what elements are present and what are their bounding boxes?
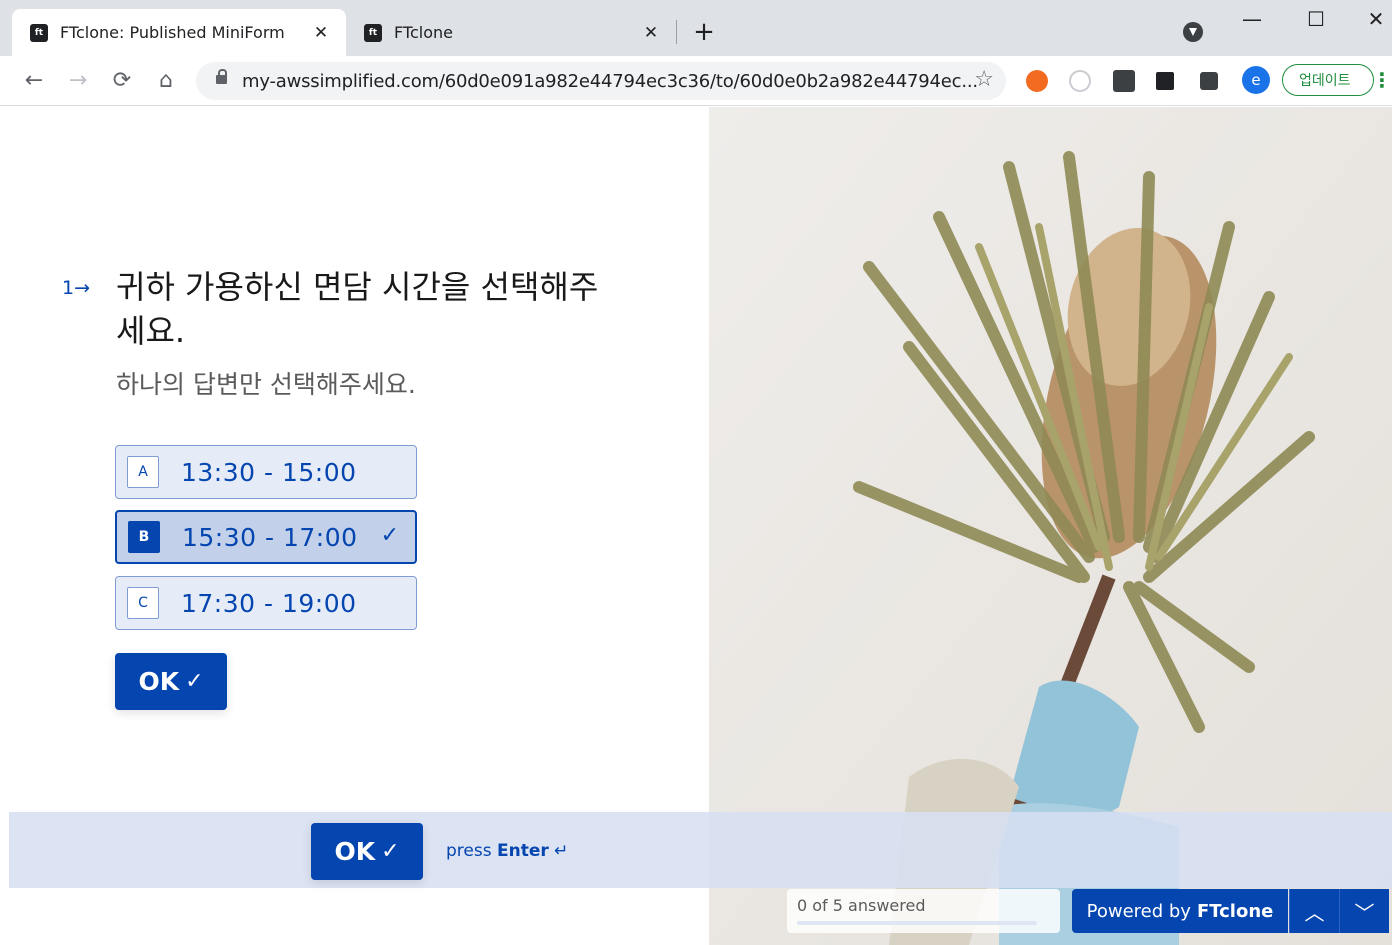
choice-label: 13:30 - 15:00 bbox=[181, 457, 357, 487]
question-title: 귀하 가용하신 면담 시간을 선택해주세요. bbox=[116, 268, 599, 350]
checkmark-icon: ✓ bbox=[381, 839, 400, 864]
profile-initial: e bbox=[1251, 71, 1261, 89]
tab-title: FTclone bbox=[394, 23, 453, 42]
choice-c[interactable]: C 17:30 - 19:00 bbox=[115, 576, 417, 630]
menu-kebab-icon[interactable]: ⋮ bbox=[1372, 68, 1392, 92]
powered-by-link[interactable]: Powered by FTclone bbox=[1072, 889, 1288, 933]
choice-a[interactable]: A 13:30 - 15:00 bbox=[115, 445, 417, 499]
extension-timer-icon[interactable] bbox=[1069, 70, 1091, 92]
tab-close-icon[interactable]: ✕ bbox=[640, 22, 662, 44]
progress-text: 0 of 5 answered bbox=[797, 896, 926, 915]
back-icon[interactable]: ← bbox=[18, 64, 50, 96]
footer-ok-button[interactable]: OK ✓ bbox=[311, 823, 423, 880]
previous-question-icon[interactable]: ︿ bbox=[1289, 889, 1339, 933]
update-button[interactable]: 업데이트 bbox=[1282, 64, 1374, 96]
tab-published-miniform[interactable]: ft FTclone: Published MiniForm ✕ bbox=[12, 9, 346, 56]
ok-button[interactable]: OK ✓ bbox=[115, 653, 227, 710]
choice-label: 15:30 - 17:00 bbox=[182, 522, 358, 552]
choice-label: 17:30 - 19:00 bbox=[181, 588, 357, 618]
enter-key-icon: ↵ bbox=[554, 841, 569, 861]
question-hint: 하나의 답변만 선택해주세요. bbox=[116, 370, 416, 399]
browser-tab-strip: ft FTclone: Published MiniForm ✕ ft FTcl… bbox=[0, 0, 1392, 56]
browser-toolbar: ← → ⟳ ⌂ my-awssimplified.com/60d0e091a98… bbox=[0, 56, 1392, 106]
brand-name: FTclone bbox=[1196, 900, 1274, 922]
lock-icon[interactable] bbox=[216, 69, 227, 84]
extension-pen-icon[interactable] bbox=[1156, 72, 1174, 90]
choice-b[interactable]: B 15:30 - 17:00 ✓ bbox=[115, 510, 417, 564]
home-icon[interactable]: ⌂ bbox=[150, 64, 182, 96]
press-key: Enter bbox=[497, 841, 549, 861]
press-enter-hint: press Enter ↵ bbox=[446, 841, 568, 861]
checkmark-icon: ✓ bbox=[380, 523, 399, 548]
profile-avatar[interactable]: e bbox=[1242, 66, 1270, 94]
extension-react-icon[interactable] bbox=[1113, 70, 1135, 92]
form-page: 1→ 귀하 가용하신 면담 시간을 선택해주세요. 하나의 답변만 선택해주세요… bbox=[0, 107, 1392, 945]
bookmark-star-icon[interactable]: ☆ bbox=[974, 67, 994, 92]
tab-close-icon[interactable]: ✕ bbox=[310, 22, 332, 44]
reload-icon[interactable]: ⟳ bbox=[106, 64, 138, 96]
tab-separator bbox=[676, 20, 677, 44]
question-number: 1→ bbox=[62, 277, 91, 299]
footer-bar bbox=[9, 812, 1392, 888]
extensions-puzzle-icon[interactable] bbox=[1200, 72, 1218, 90]
new-tab-icon[interactable]: + bbox=[690, 17, 718, 47]
choice-key: C bbox=[127, 587, 159, 619]
ok-label: OK bbox=[138, 667, 180, 696]
forward-icon[interactable]: → bbox=[62, 64, 94, 96]
extension-red-icon[interactable] bbox=[1026, 70, 1048, 92]
progress-track bbox=[797, 921, 1037, 925]
next-question-icon[interactable]: ﹀ bbox=[1339, 889, 1389, 933]
tab-title: FTclone: Published MiniForm bbox=[60, 23, 285, 42]
address-bar[interactable]: my-awssimplified.com/60d0e091a982e44794e… bbox=[196, 62, 1006, 100]
powered-by-text: Powered by bbox=[1086, 900, 1191, 922]
minimize-icon[interactable]: — bbox=[1232, 4, 1272, 34]
maximize-icon[interactable]: ☐ bbox=[1296, 4, 1336, 34]
choice-key: A bbox=[127, 456, 159, 488]
press-prefix: press bbox=[446, 841, 492, 861]
footer-ok-label: OK bbox=[334, 837, 376, 866]
url-text[interactable]: my-awssimplified.com/60d0e091a982e44794e… bbox=[242, 71, 978, 92]
close-window-icon[interactable]: ✕ bbox=[1356, 4, 1392, 34]
progress-indicator: 0 of 5 answered bbox=[787, 889, 1060, 933]
update-label: 업데이트 bbox=[1299, 73, 1351, 89]
choice-key: B bbox=[128, 521, 160, 553]
ftclone-favicon-icon: ft bbox=[364, 23, 382, 42]
tab-ftclone[interactable]: ft FTclone ✕ bbox=[346, 9, 676, 56]
ftclone-favicon-icon: ft bbox=[30, 23, 48, 42]
tab-search-icon[interactable] bbox=[1183, 22, 1203, 42]
checkmark-icon: ✓ bbox=[185, 669, 204, 694]
